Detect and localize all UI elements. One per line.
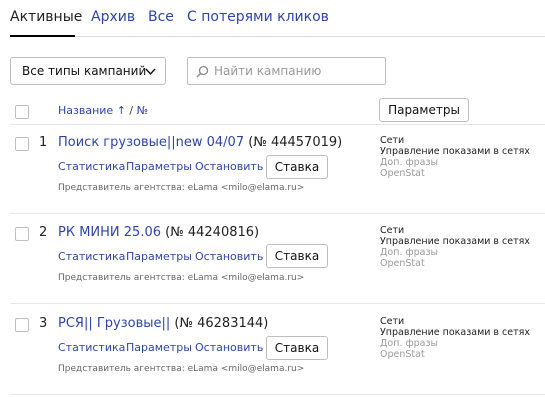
search-icon [196, 65, 209, 78]
campaign-params: Сети Управление показами в сетях Доп. фр… [380, 135, 530, 179]
stop-link[interactable]: Остановить [195, 341, 263, 355]
campaign-type-label: Все типы кампаний [22, 64, 147, 78]
campaign-title: РСЯ|| Грузовые|| (№ 46283144) [58, 316, 268, 332]
param-extra-phrases: Доп. фразы [380, 157, 439, 168]
campaign-title: РК МИНИ 25.06 (№ 44240816) [58, 225, 259, 241]
bid-button[interactable]: Ставка [266, 244, 328, 268]
divider [10, 124, 545, 125]
campaign-params: Сети Управление показами в сетях Доп. фр… [380, 225, 530, 269]
campaign-params: Сети Управление показами в сетях Доп. фр… [380, 316, 530, 360]
param-extra-phrases: Доп. фразы [380, 247, 439, 258]
param-openstat: OpenStat [380, 258, 425, 269]
name-column-label: Название [58, 104, 114, 117]
campaign-name-link[interactable]: Поиск грузовые||new 04/07 [58, 135, 244, 150]
param-openstat: OpenStat [380, 349, 425, 360]
sort-arrow-icon: ↑ [116, 104, 126, 117]
table-row: 3 РСЯ|| Грузовые|| (№ 46283144) Статисти… [0, 316, 545, 397]
stop-link[interactable]: Остановить [195, 160, 263, 174]
campaign-name-link[interactable]: РК МИНИ 25.06 [58, 225, 161, 240]
stats-link[interactable]: Статистика [58, 250, 125, 264]
campaign-type-dropdown[interactable]: Все типы кампаний [10, 57, 166, 85]
param-network-management: Управление показами в сетях [380, 146, 530, 157]
table-row: 2 РК МИНИ 25.06 (№ 44240816) Статистика … [0, 225, 545, 313]
stop-link[interactable]: Остановить [195, 250, 263, 264]
bid-button[interactable]: Ставка [266, 155, 328, 179]
row-index: 3 [39, 316, 48, 331]
number-column-label: № [136, 104, 149, 117]
row-checkbox[interactable] [15, 137, 29, 151]
row-index: 2 [39, 225, 48, 240]
param-networks: Сети [380, 135, 405, 146]
header-separator: / [125, 104, 137, 117]
params-link[interactable]: Параметры [126, 341, 192, 355]
name-sort-header[interactable]: Название ↑ / № [58, 104, 148, 118]
row-index: 1 [39, 135, 48, 150]
active-tab-indicator [10, 35, 75, 37]
table-row: 1 Поиск грузовые||new 04/07 (№ 44457019)… [0, 135, 545, 223]
stats-link[interactable]: Статистика [58, 341, 125, 355]
campaign-search [187, 57, 386, 85]
param-network-management: Управление показами в сетях [380, 236, 530, 247]
bid-button[interactable]: Ставка [266, 336, 328, 360]
campaign-title: Поиск грузовые||new 04/07 (№ 44457019) [58, 135, 342, 151]
stats-link[interactable]: Статистика [58, 160, 125, 174]
campaign-id: (№ 44457019) [244, 135, 343, 150]
divider [10, 394, 545, 395]
agency-representative: Представитель агентства: eLama <milo@ela… [58, 183, 305, 193]
campaign-id: (№ 44240816) [161, 225, 260, 240]
campaign-id: (№ 46283144) [170, 316, 269, 331]
param-networks: Сети [380, 225, 405, 236]
param-networks: Сети [380, 316, 405, 327]
tab-active[interactable]: Активные [10, 9, 82, 26]
agency-representative: Представитель агентства: eLama <milo@ela… [58, 364, 305, 374]
search-input[interactable] [214, 62, 379, 80]
param-openstat: OpenStat [380, 168, 425, 179]
select-all-checkbox[interactable] [15, 105, 29, 119]
campaign-name-link[interactable]: РСЯ|| Грузовые|| [58, 316, 170, 331]
params-link[interactable]: Параметры [126, 160, 192, 174]
tab-lost-clicks[interactable]: С потерями кликов [187, 9, 329, 26]
parameters-button[interactable]: Параметры [379, 98, 469, 122]
param-extra-phrases: Доп. фразы [380, 338, 439, 349]
status-tabs: Активные Архив Все С потерями кликов [10, 0, 545, 37]
params-link[interactable]: Параметры [126, 250, 192, 264]
tab-archive[interactable]: Архив [91, 9, 135, 26]
row-checkbox[interactable] [15, 227, 29, 241]
chevron-down-icon [145, 68, 156, 76]
tab-all[interactable]: Все [148, 9, 174, 26]
agency-representative: Представитель агентства: eLama <milo@ela… [58, 273, 305, 283]
divider [10, 303, 545, 304]
param-network-management: Управление показами в сетях [380, 327, 530, 338]
divider [10, 213, 545, 214]
row-checkbox[interactable] [15, 318, 29, 332]
